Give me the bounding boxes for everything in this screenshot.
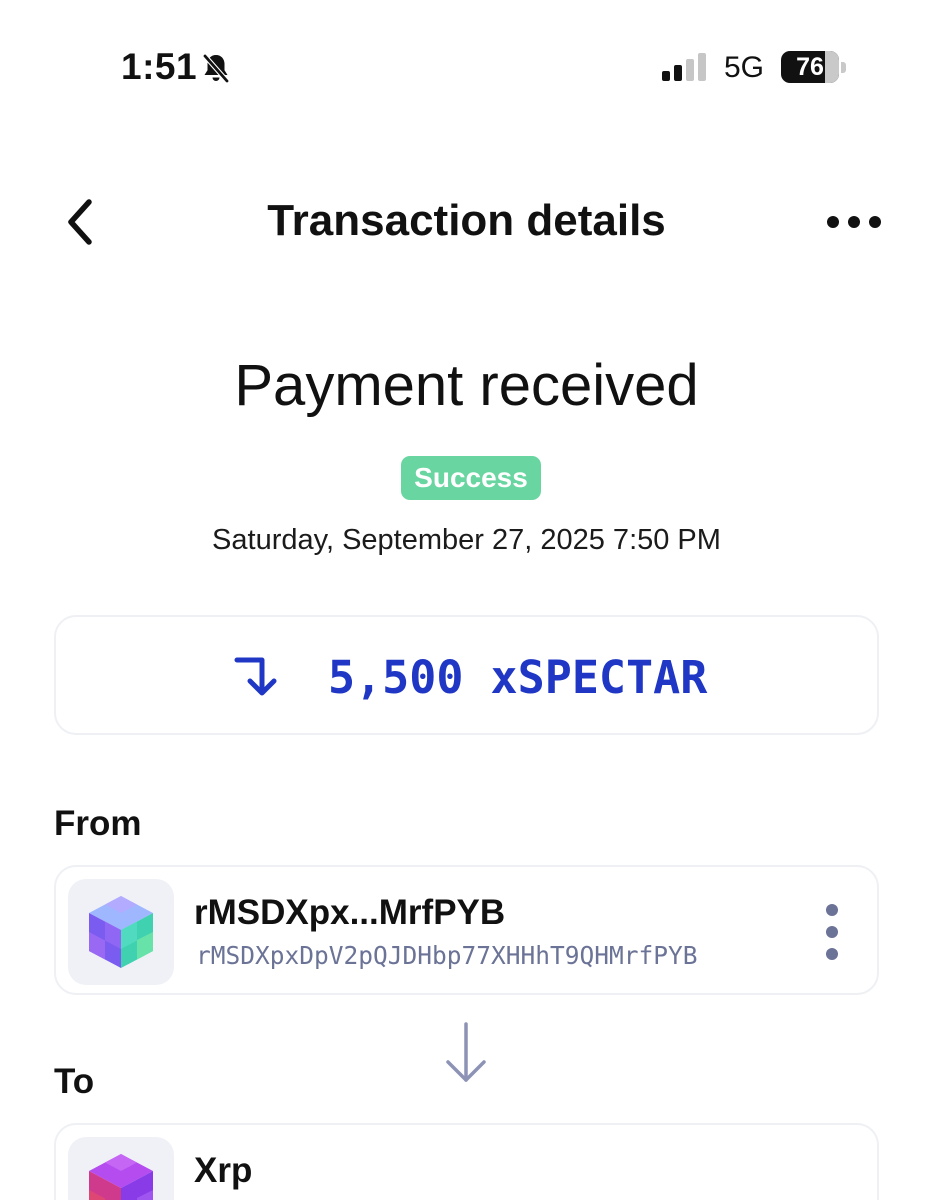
arrow-turn-down-icon xyxy=(234,657,277,696)
from-account-menu-button[interactable] xyxy=(817,899,847,965)
from-label: From xyxy=(54,804,142,843)
cube-avatar-icon xyxy=(89,1154,153,1200)
to-account-card[interactable]: Xrp xyxy=(54,1123,879,1200)
to-avatar xyxy=(68,1137,174,1200)
from-account-name: rMSDXpx...MrfPYB xyxy=(194,893,506,932)
battery-indicator: 76 xyxy=(781,51,847,83)
cube-avatar-icon xyxy=(89,896,153,968)
from-avatar xyxy=(68,879,174,985)
arrow-down-icon xyxy=(446,1022,486,1082)
battery-level: 76 xyxy=(796,53,824,81)
more-vertical-icon xyxy=(826,904,838,960)
signal-icon xyxy=(662,53,706,81)
more-horizontal-icon xyxy=(827,216,881,228)
status-badge: Success xyxy=(401,456,541,500)
status-bar: 1:51 5G 76 xyxy=(0,0,933,130)
network-label: 5G xyxy=(724,51,765,84)
transaction-amount: 5,500 xSPECTAR xyxy=(328,651,708,704)
status-time: 1:51 xyxy=(121,46,198,87)
page-title: Transaction details xyxy=(267,196,666,245)
transaction-heading: Payment received xyxy=(234,353,699,418)
from-account-card[interactable]: rMSDXpx...MrfPYB rMSDXpxDpV2pQJDHbp77XHH… xyxy=(54,865,879,995)
to-label: To xyxy=(54,1062,95,1101)
transaction-date: Saturday, September 27, 2025 7:50 PM xyxy=(212,524,721,556)
from-account-address: rMSDXpxDpV2pQJDHbp77XHHhT9QHMrfPYB xyxy=(196,941,698,970)
bell-slash-icon xyxy=(202,53,230,84)
to-account-name: Xrp xyxy=(194,1151,253,1190)
more-options-button[interactable] xyxy=(818,200,890,244)
